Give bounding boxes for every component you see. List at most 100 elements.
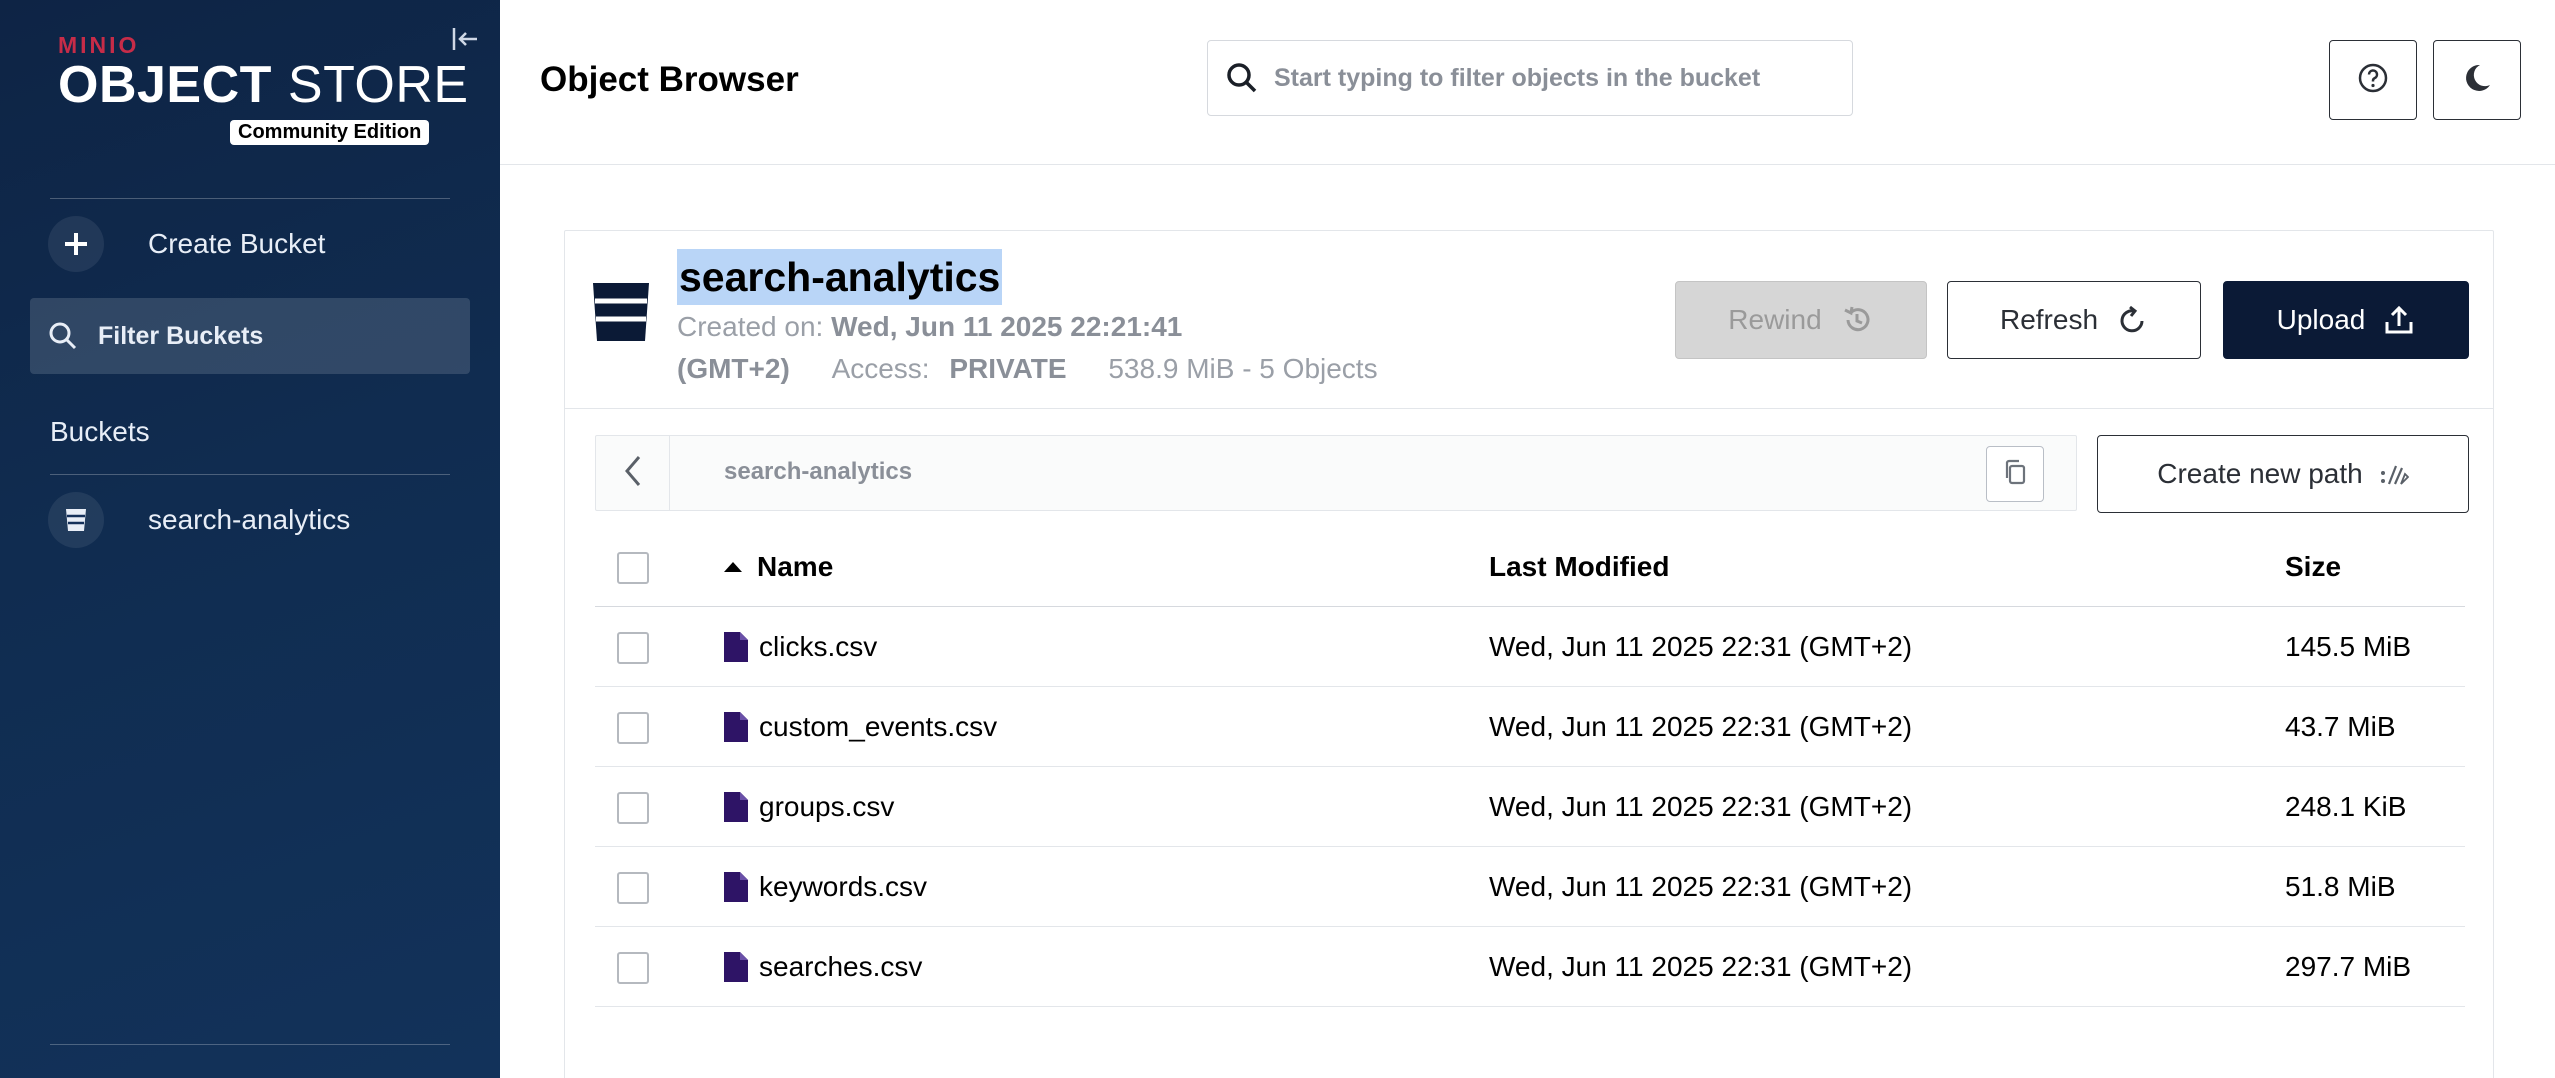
file-icon — [723, 791, 749, 823]
bucket-details: (GMT+2) Access: PRIVATE 538.9 MiB - 5 Ob… — [677, 353, 1378, 385]
divider — [50, 198, 450, 199]
file-icon — [723, 631, 749, 663]
bucket-header: search-analytics Created on: Wed, Jun 11… — [565, 231, 2493, 409]
column-header-modified[interactable]: Last Modified — [1489, 551, 1669, 583]
search-input[interactable] — [1274, 63, 1814, 93]
row-checkbox[interactable] — [617, 952, 649, 984]
file-name: groups.csv — [759, 791, 895, 822]
table-row[interactable]: custom_events.csv Wed, Jun 11 2025 22:31… — [595, 687, 2465, 767]
file-name: keywords.csv — [759, 871, 928, 902]
file-name: clicks.csv — [759, 631, 878, 662]
create-bucket-button[interactable]: Create Bucket — [48, 216, 468, 272]
upload-button[interactable]: Upload — [2223, 281, 2469, 359]
file-name-cell: custom_events.csv — [723, 711, 997, 743]
bucket-icon — [48, 492, 104, 548]
page-title: Object Browser — [540, 60, 799, 99]
search-icon — [1224, 60, 1260, 96]
theme-toggle-button[interactable] — [2433, 40, 2521, 120]
row-checkbox[interactable] — [617, 872, 649, 904]
search-icon — [48, 321, 78, 351]
create-path-label: Create new path — [2157, 458, 2363, 489]
main-content: Object Browser Start typing to filter ob… — [500, 0, 2555, 1078]
modified-cell: Wed, Jun 11 2025 22:31 (GMT+2) — [1489, 711, 1913, 742]
created-label: Created on: — [677, 311, 824, 342]
access-value: PRIVATE — [949, 353, 1067, 384]
edition-badge: Community Edition — [230, 120, 430, 145]
help-button[interactable] — [2329, 40, 2417, 120]
column-name-label: Name — [757, 551, 834, 582]
file-name-cell: clicks.csv — [723, 631, 877, 663]
objects-table: Name Last Modified Size clicks.csv Wed, … — [595, 527, 2465, 1007]
plus-icon — [48, 216, 104, 272]
size-cell: 145.5 MiB — [2285, 631, 2412, 662]
column-header-name[interactable]: Name — [723, 551, 833, 583]
chevron-left-icon — [621, 453, 645, 494]
copy-icon — [2002, 458, 2028, 491]
modified-cell: Wed, Jun 11 2025 22:31 (GMT+2) — [1489, 951, 1913, 982]
table-row[interactable]: clicks.csv Wed, Jun 11 2025 22:31 (GMT+2… — [595, 607, 2465, 687]
collapse-sidebar-icon[interactable] — [450, 24, 480, 54]
bucket-item-label: search-analytics — [148, 504, 351, 535]
bucket-created: Created on: Wed, Jun 11 2025 22:21:41 — [677, 311, 1182, 343]
sort-asc-icon — [723, 560, 743, 574]
divider — [50, 1044, 450, 1045]
size-cell: 51.8 MiB — [2285, 871, 2396, 902]
file-name-cell: groups.csv — [723, 791, 894, 823]
breadcrumb[interactable]: search-analytics — [724, 458, 912, 486]
back-button[interactable] — [596, 436, 670, 510]
divider — [50, 474, 450, 475]
refresh-label: Refresh — [1999, 304, 2099, 335]
help-icon — [2356, 61, 2390, 100]
logo-store: STORE — [287, 56, 469, 114]
bucket-panel: search-analytics Created on: Wed, Jun 11… — [564, 230, 2494, 1078]
top-bar: Object Browser — [500, 0, 2555, 165]
bucket-usage: 538.9 MiB - 5 Objects — [1108, 353, 1378, 384]
file-name: custom_events.csv — [759, 711, 998, 742]
file-icon — [723, 871, 749, 903]
refresh-icon — [2116, 304, 2148, 336]
upload-label: Upload — [2276, 304, 2366, 335]
sidebar-item-search-analytics[interactable]: search-analytics — [48, 492, 350, 548]
modified-cell: Wed, Jun 11 2025 22:31 (GMT+2) — [1489, 791, 1913, 822]
file-name-cell: keywords.csv — [723, 871, 927, 903]
size-cell: 248.1 KiB — [2285, 791, 2407, 822]
rewind-button[interactable]: Rewind — [1675, 281, 1927, 359]
logo-object: OBJECT — [58, 56, 272, 114]
new-path-icon — [2379, 462, 2409, 486]
bucket-icon — [591, 281, 651, 348]
select-all-checkbox[interactable] — [617, 552, 649, 584]
column-header-size[interactable]: Size — [2285, 551, 2341, 583]
copy-path-button[interactable] — [1986, 446, 2044, 502]
refresh-button[interactable]: Refresh — [1947, 281, 2201, 359]
logo: MINIO OBJECT STORE Community Edition — [58, 32, 468, 145]
object-search[interactable] — [1207, 40, 1853, 116]
rewind-icon — [1840, 303, 1874, 337]
row-checkbox[interactable] — [617, 792, 649, 824]
row-checkbox[interactable] — [617, 632, 649, 664]
file-icon — [723, 951, 749, 983]
file-icon — [723, 711, 749, 743]
created-timezone: (GMT+2) — [677, 353, 790, 384]
logo-brand: MINIO — [58, 32, 140, 58]
sidebar: MINIO OBJECT STORE Community Edition Cre… — [0, 0, 500, 1078]
bucket-title: search-analytics — [677, 249, 1003, 305]
row-checkbox[interactable] — [617, 712, 649, 744]
table-row[interactable]: groups.csv Wed, Jun 11 2025 22:31 (GMT+2… — [595, 767, 2465, 847]
app: MINIO OBJECT STORE Community Edition Cre… — [0, 0, 2555, 1078]
access-label: Access: — [831, 353, 930, 384]
rewind-label: Rewind — [1728, 304, 1822, 335]
modified-cell: Wed, Jun 11 2025 22:31 (GMT+2) — [1489, 871, 1913, 902]
table-row[interactable]: keywords.csv Wed, Jun 11 2025 22:31 (GMT… — [595, 847, 2465, 927]
file-name: searches.csv — [759, 951, 923, 982]
size-cell: 43.7 MiB — [2285, 711, 2396, 742]
table-header: Name Last Modified Size — [595, 527, 2465, 607]
modified-cell: Wed, Jun 11 2025 22:31 (GMT+2) — [1489, 631, 1913, 662]
filter-buckets-input[interactable]: Filter Buckets — [30, 298, 470, 374]
table-row[interactable]: searches.csv Wed, Jun 11 2025 22:31 (GMT… — [595, 927, 2465, 1007]
create-new-path-button[interactable]: Create new path — [2097, 435, 2469, 513]
buckets-heading: Buckets — [50, 416, 150, 447]
file-name-cell: searches.csv — [723, 951, 922, 983]
moon-icon — [2460, 61, 2494, 100]
create-bucket-label: Create Bucket — [148, 228, 326, 259]
upload-icon — [2383, 304, 2415, 336]
